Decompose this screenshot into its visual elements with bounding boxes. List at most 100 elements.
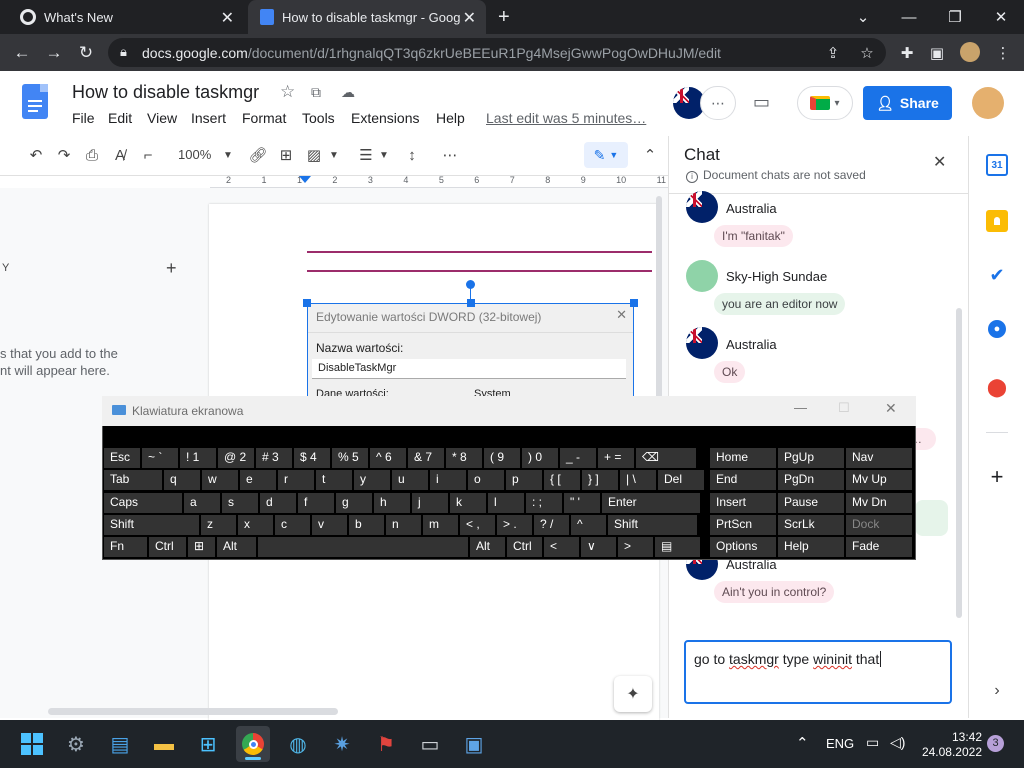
osk-key[interactable]: } ] (582, 470, 618, 491)
osk-key[interactable]: " ' (564, 492, 600, 513)
menu-help[interactable]: Help (436, 110, 465, 126)
start-windows-icon[interactable] (16, 728, 48, 760)
osk-key[interactable]: * 8 (446, 448, 482, 468)
chevron-down-icon[interactable]: ▼ (216, 144, 240, 166)
osk-key[interactable]: ^ 6 (370, 448, 406, 468)
osk-nav-key[interactable]: PgDn (778, 470, 844, 491)
osk-key[interactable]: | \ (620, 470, 656, 491)
osk-key[interactable]: p (506, 470, 542, 491)
osk-key[interactable]: o (468, 470, 504, 491)
osk-nav-key[interactable]: Nav (846, 448, 912, 468)
osk-nav-key[interactable]: PrtScn (710, 514, 776, 535)
paint-format-icon[interactable]: ⌐ (136, 144, 160, 166)
back-arrow-icon[interactable]: ← (6, 34, 38, 71)
osk-nav-key[interactable]: Options (710, 537, 776, 558)
close-chat-icon[interactable]: ✕ (933, 152, 946, 172)
osk-key[interactable]: ⌫ (636, 448, 696, 468)
osk-key[interactable]: & 7 (408, 448, 444, 468)
resize-handle[interactable] (467, 299, 475, 307)
move-folder-icon[interactable]: ⧉ (311, 84, 321, 101)
osk-key[interactable]: $ 4 (294, 448, 330, 468)
maps-icon[interactable]: ⬤ (986, 376, 1008, 398)
close-tab-icon[interactable]: ✕ (463, 8, 476, 28)
osk-key[interactable]: b (349, 514, 384, 535)
new-tab-button[interactable]: + (498, 0, 522, 34)
osk-key[interactable]: a (184, 492, 220, 513)
last-edit-link[interactable]: Last edit was 5 minutes… (486, 110, 646, 126)
bookmark-star-icon[interactable]: ☆ (852, 34, 882, 71)
osk-key[interactable]: ( 9 (484, 448, 520, 468)
star-icon[interactable]: ☆ (280, 82, 295, 102)
chrome-taskbar-icon[interactable] (237, 728, 269, 760)
osk-minimize-button[interactable]: — (794, 400, 807, 415)
osk-key[interactable]: h (374, 492, 410, 513)
osk-key[interactable]: u (392, 470, 428, 491)
osk-key[interactable]: > (618, 537, 653, 558)
osk-key[interactable]: < , (460, 514, 495, 535)
url-input[interactable]: 🔒︎ docs.google.com/document/d/1rhgnalqQT… (108, 38, 886, 67)
osk-key[interactable]: ? / (534, 514, 569, 535)
osk-key[interactable]: ∨ (581, 537, 616, 558)
osk-key[interactable]: ⊞ (188, 537, 215, 558)
osk-nav-key[interactable]: Pause (778, 492, 844, 513)
document-title[interactable]: How to disable taskmgr (72, 82, 259, 103)
osk-key[interactable]: > . (497, 514, 532, 535)
redo-icon[interactable]: ↷ (52, 144, 76, 166)
tab-whats-new[interactable]: What's New ✕ (8, 0, 244, 34)
share-button[interactable]: 👤︎ Share (863, 86, 952, 120)
keep-icon[interactable] (986, 210, 1008, 232)
osk-key[interactable]: ! 1 (180, 448, 216, 468)
osk-nav-key[interactable]: ScrLk (778, 514, 844, 535)
link-icon[interactable]: 🔗︎ (246, 144, 270, 166)
osk-key[interactable]: Ctrl (149, 537, 186, 558)
network-globe-icon[interactable]: ◍ (282, 728, 314, 760)
osk-key[interactable]: ^ (571, 514, 606, 535)
vertical-scrollbar[interactable] (656, 196, 662, 426)
terminal-icon[interactable]: ▭ (414, 728, 446, 760)
osk-nav-key[interactable]: PgUp (778, 448, 844, 468)
osk-key[interactable]: # 3 (256, 448, 292, 468)
print-icon[interactable]: ⎙ (80, 144, 104, 166)
spellcheck-icon[interactable]: A̸ (108, 144, 132, 166)
osk-key[interactable]: t (316, 470, 352, 491)
osk-key[interactable]: Shift (608, 514, 697, 535)
registry-editor-icon[interactable]: ⚑ (370, 728, 402, 760)
osk-key[interactable]: r (278, 470, 314, 491)
osk-key[interactable]: Fn (104, 537, 147, 558)
more-options-icon[interactable]: ⋯ (438, 144, 462, 166)
osk-key[interactable]: Alt (470, 537, 505, 558)
resize-handle[interactable] (630, 299, 638, 307)
tab-active-doc[interactable]: How to disable taskmgr - Google Docs ✕ (248, 0, 486, 34)
osk-key[interactable]: j (412, 492, 448, 513)
share-page-icon[interactable]: ⇪ (818, 34, 848, 71)
osk-key[interactable]: q (164, 470, 200, 491)
close-window-button[interactable]: ✕ (978, 0, 1024, 34)
chrome-menu-icon[interactable]: ⋮ (988, 34, 1018, 71)
osk-key[interactable] (258, 537, 468, 558)
osk-key[interactable]: Shift (104, 514, 199, 535)
osk-nav-key[interactable]: Fade (846, 537, 912, 558)
menu-format[interactable]: Format (242, 110, 286, 126)
resize-handle[interactable] (303, 299, 311, 307)
osk-key[interactable]: n (386, 514, 421, 535)
reload-icon[interactable]: ↻ (70, 34, 102, 71)
notepad-icon[interactable]: ▤ (104, 728, 136, 760)
osk-key[interactable]: l (488, 492, 524, 513)
osk-key[interactable]: @ 2 (218, 448, 254, 468)
side-panel-icon[interactable]: ▣ (922, 34, 952, 71)
explore-sparkle-icon[interactable]: ✦ (614, 676, 652, 712)
google-docs-logo-icon[interactable] (22, 84, 48, 119)
extensions-puzzle-icon[interactable]: ✚ (892, 34, 922, 71)
close-tab-icon[interactable]: ✕ (221, 8, 234, 28)
add-on-plus-icon[interactable]: + (986, 464, 1008, 489)
osk-key[interactable]: f (298, 492, 334, 513)
chevron-down-icon[interactable]: ▼ (322, 144, 346, 166)
menu-extensions[interactable]: Extensions (351, 110, 419, 126)
zoom-select[interactable]: 100% (178, 147, 211, 162)
osk-nav-key[interactable]: Mv Dn (846, 492, 912, 513)
osk-key[interactable]: Esc (104, 448, 140, 468)
osk-key[interactable]: { [ (544, 470, 580, 491)
osk-key[interactable]: i (430, 470, 466, 491)
osk-nav-key[interactable]: Help (778, 537, 844, 558)
osk-key[interactable]: z (201, 514, 236, 535)
